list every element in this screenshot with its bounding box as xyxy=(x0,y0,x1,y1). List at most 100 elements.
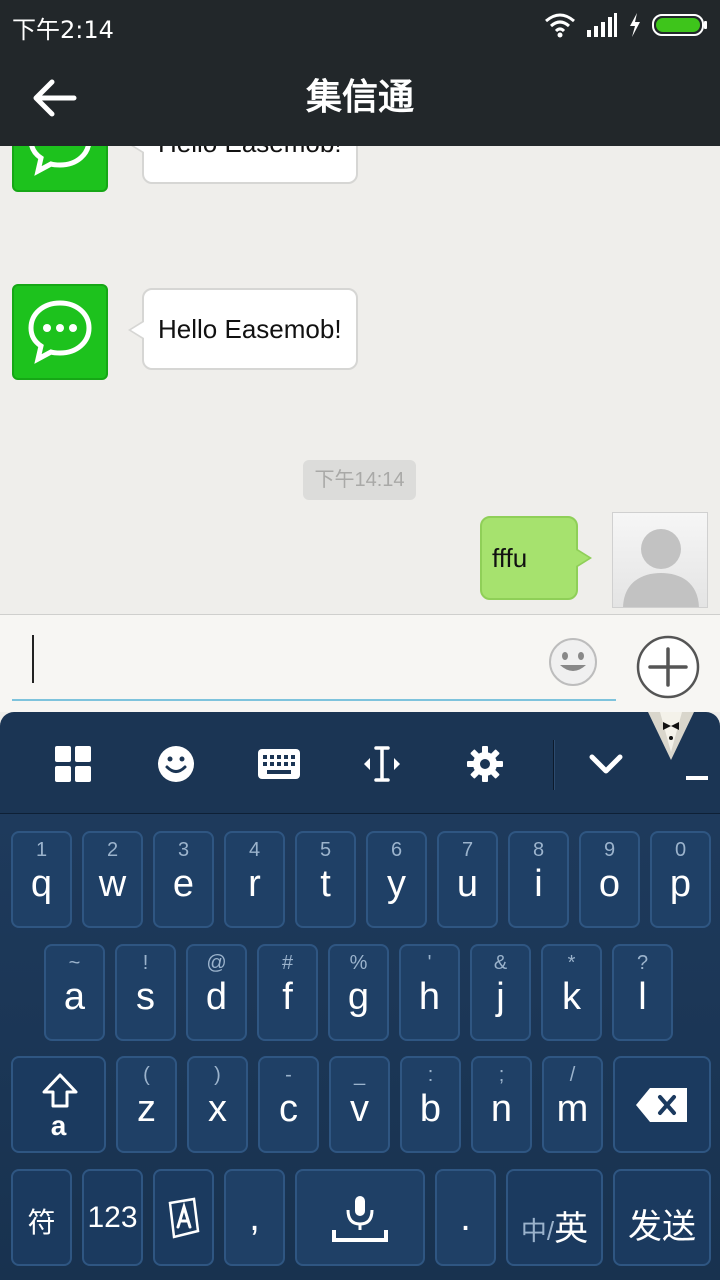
key-u[interactable]: 7u xyxy=(437,831,498,928)
smiley-icon xyxy=(158,746,194,782)
key-sub-label: 8 xyxy=(532,839,545,861)
chat-app-avatar[interactable] xyxy=(12,146,108,192)
key-x[interactable]: ) x xyxy=(187,1056,248,1153)
key-sub-label: 9 xyxy=(603,839,616,861)
key-v[interactable]: _ v xyxy=(329,1056,390,1153)
key-label: o xyxy=(598,863,621,905)
key-a[interactable]: ~ a xyxy=(44,944,105,1041)
key-z[interactable]: (z xyxy=(116,1056,177,1153)
send-key[interactable]: 发送 xyxy=(613,1169,711,1266)
key-label: y xyxy=(387,863,406,905)
key-label: m xyxy=(556,1088,589,1130)
message-bubble-received[interactable]: Hello Easemob! xyxy=(128,288,358,370)
bolt-icon xyxy=(630,13,640,37)
key-d[interactable]: @ d xyxy=(186,944,247,1041)
keyboard-menu-button[interactable] xyxy=(51,742,95,786)
text-cursor xyxy=(32,635,34,683)
key-l[interactable]: ? l xyxy=(612,944,673,1041)
message-text: Hello Easemob! xyxy=(158,314,342,344)
period-key[interactable]: . xyxy=(435,1169,496,1266)
key-g[interactable]: % g xyxy=(328,944,389,1041)
bubble-tail xyxy=(128,320,144,340)
key-label: w xyxy=(98,863,127,905)
back-button[interactable] xyxy=(22,70,86,126)
key-label: 符 xyxy=(27,1207,56,1238)
key-m[interactable]: / m xyxy=(542,1056,603,1153)
key-sub-label: ( xyxy=(143,1064,150,1086)
key-label: x xyxy=(208,1088,227,1130)
message-input[interactable] xyxy=(12,625,616,701)
key-r[interactable]: 4r xyxy=(224,831,285,928)
key-sub-label: 0 xyxy=(674,839,687,861)
message-bubble-sent[interactable]: fffu xyxy=(480,516,592,600)
user-avatar[interactable] xyxy=(612,512,708,608)
key-h[interactable]: ' h xyxy=(399,944,460,1041)
input-mode-glyph xyxy=(155,1171,212,1264)
key-e[interactable]: 3e xyxy=(153,831,214,928)
key-label: i xyxy=(534,863,543,905)
bubble-tail xyxy=(576,548,592,568)
key-label: s xyxy=(136,976,155,1018)
cursor-move-button[interactable] xyxy=(360,742,404,786)
space-key[interactable] xyxy=(295,1169,425,1266)
grid-icon xyxy=(55,746,91,782)
symbols-key[interactable]: 符 xyxy=(11,1169,72,1266)
key-o[interactable]: 9o xyxy=(579,831,640,928)
key-sub-label: ! xyxy=(142,952,149,974)
chat-app-avatar[interactable] xyxy=(12,284,108,380)
keyboard-skin-badge[interactable] xyxy=(648,712,720,808)
key-p[interactable]: 0p xyxy=(650,831,711,928)
keyboard-emoji-button[interactable] xyxy=(154,742,198,786)
key-sub-label: * xyxy=(567,952,576,974)
key-s[interactable]: ! s xyxy=(115,944,176,1041)
key-t[interactable]: 5t xyxy=(295,831,356,928)
key-f[interactable]: # f xyxy=(257,944,318,1041)
hide-keyboard-button[interactable] xyxy=(584,742,628,786)
key-b[interactable]: :b xyxy=(400,1056,461,1153)
key-k[interactable]: * k xyxy=(541,944,602,1041)
shift-key[interactable]: a xyxy=(11,1056,106,1153)
status-bar: 下午2:14 xyxy=(0,0,720,50)
keyboard: 1q 2w 3e 4r 5t 6y 7u 8i 9o 0p ~ a ! s @ d #… xyxy=(0,814,720,1280)
key-sub-label: - xyxy=(285,1064,292,1086)
chat-bubble-icon xyxy=(29,146,91,176)
comma-key[interactable]: , xyxy=(224,1169,285,1266)
key-label: z xyxy=(137,1088,156,1130)
key-j[interactable]: & j xyxy=(470,944,531,1041)
key-sub-label: 4 xyxy=(248,839,261,861)
key-w[interactable]: 2w xyxy=(82,831,143,928)
status-time: 下午2:14 xyxy=(12,16,114,44)
message-bubble-received[interactable]: Hello Easemob! xyxy=(128,146,358,184)
message-timestamp: 下午14:14 xyxy=(303,460,416,500)
backspace-key[interactable] xyxy=(613,1056,711,1153)
numbers-key[interactable]: 123 xyxy=(82,1169,143,1266)
wifi-icon xyxy=(545,13,575,38)
key-sub-label: ) xyxy=(214,1064,221,1086)
shift-arrow-icon xyxy=(42,1073,78,1108)
key-y[interactable]: 6y xyxy=(366,831,427,928)
key-label: u xyxy=(456,863,479,905)
key-sub-label: _ xyxy=(353,1064,366,1086)
key-c[interactable]: -c xyxy=(258,1056,319,1153)
font-a-icon xyxy=(168,1197,199,1239)
language-switch-key[interactable]: 中/英 xyxy=(506,1169,603,1266)
key-i[interactable]: 8i xyxy=(508,831,569,928)
emoji-button[interactable] xyxy=(548,637,598,687)
input-mode-key[interactable] xyxy=(153,1169,214,1266)
key-label: 123 xyxy=(87,1201,138,1234)
battery-icon xyxy=(652,14,707,36)
keyboard-layout-button[interactable] xyxy=(257,742,301,786)
key-q[interactable]: 1q xyxy=(11,831,72,928)
more-options-button[interactable] xyxy=(636,635,700,699)
key-sub-label: ' xyxy=(427,952,432,974)
chat-area[interactable]: Hello Easemob! Hello Easemob! 下午14:14 ff… xyxy=(0,146,720,614)
key-label: , xyxy=(249,1197,260,1239)
arrow-left-icon xyxy=(33,79,77,117)
key-n[interactable]: ; n xyxy=(471,1056,532,1153)
signal-icon xyxy=(587,13,617,37)
key-sub-label: 3 xyxy=(177,839,190,861)
keyboard-settings-button[interactable] xyxy=(463,742,507,786)
key-sub-label: / xyxy=(569,1064,576,1086)
key-label: 发送 xyxy=(628,1208,696,1246)
key-label: t xyxy=(320,863,331,905)
